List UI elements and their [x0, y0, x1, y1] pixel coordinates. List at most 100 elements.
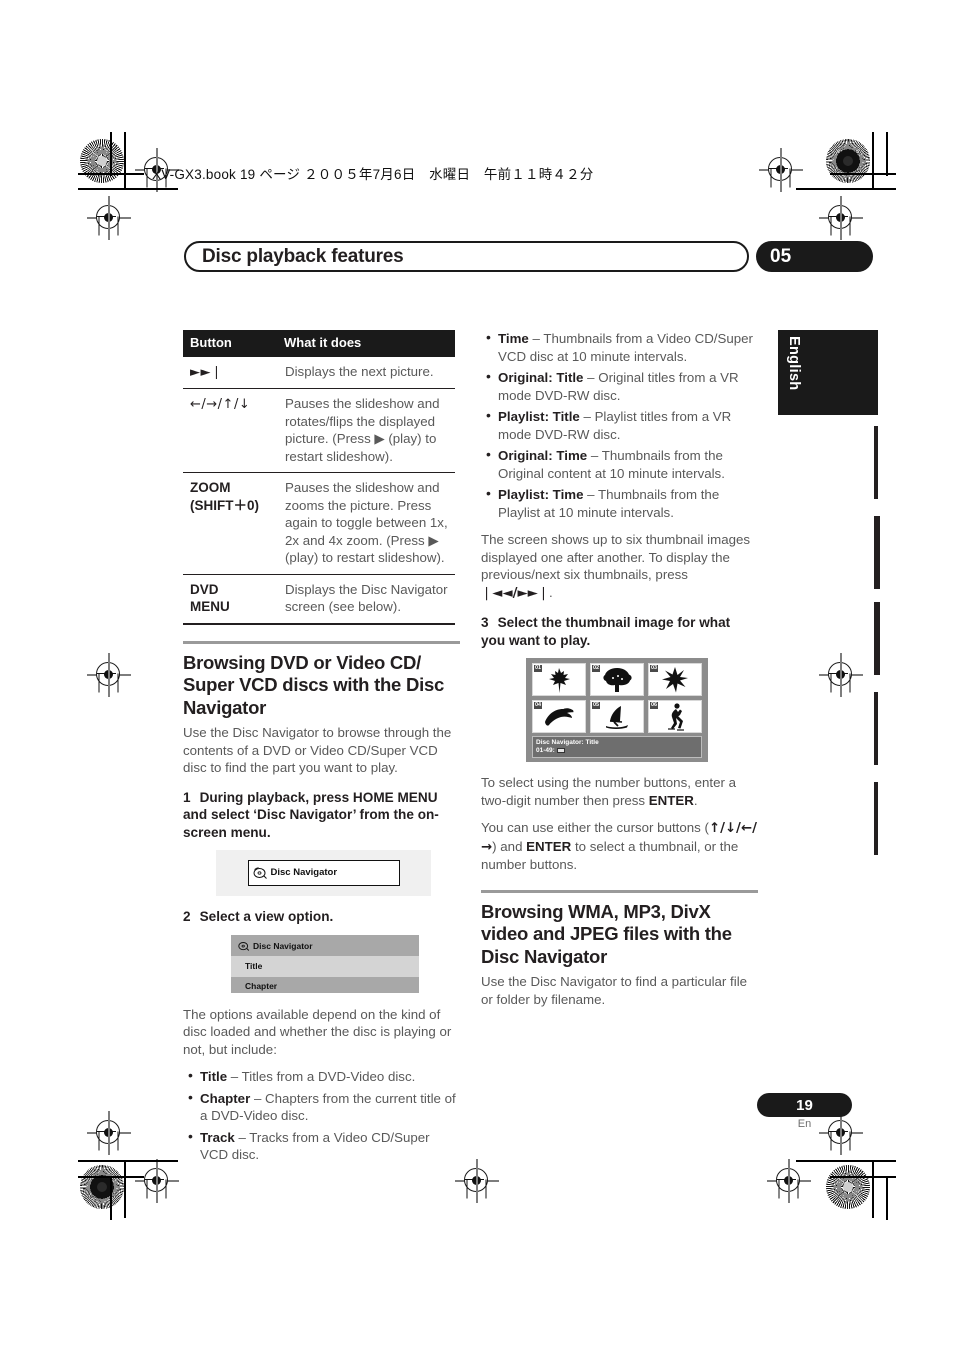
option-term: Playlist: Title: [498, 409, 580, 424]
osd-disc-navigator-menu-figure: Disc Navigator Title Chapter: [231, 934, 419, 993]
option-term: Time: [498, 331, 529, 346]
print-control-starburst-bottom-right: [826, 1165, 870, 1209]
file-stamp: XV-GX3.book 19 ページ ２００５年7月6日 水曜日 午前１１時４２…: [152, 167, 594, 182]
registration-mark-left-upper: [87, 196, 131, 240]
crop-mark-tr-h: [796, 188, 896, 190]
list-item: Original: Title – Original titles from a…: [486, 368, 758, 404]
list-item: Playlist: Time – Thumbnails from the Pla…: [486, 485, 758, 521]
windsurfer-icon: [606, 705, 628, 729]
thumbnail-number: 03: [650, 665, 659, 672]
osd-thumbnail-05[interactable]: 05: [590, 700, 644, 733]
options-intro: The options available depend on the kind…: [183, 1006, 452, 1057]
language-tab-label: English: [786, 336, 802, 391]
table-cell-button: DVD MENU: [183, 573, 278, 623]
disc-navigator-icon: [253, 866, 267, 879]
table-cell-description: Displays the next picture.: [285, 363, 434, 379]
note-number-buttons: To select using the number buttons, ente…: [481, 775, 737, 808]
right-column: Time – Thumbnails from a Video CD/Super …: [481, 329, 758, 1018]
tree-icon: [603, 667, 632, 692]
option-desc: – Thumbnails from a Video CD/Super VCD d…: [498, 331, 753, 364]
table-row: ←/→/↑/↓ Pauses the slideshow and rotates…: [183, 388, 455, 473]
index-tab-bar-4: [874, 692, 878, 765]
table-row: DVD MENU Displays the Disc Navigator scre…: [183, 573, 455, 623]
page-number-badge: 19: [757, 1093, 852, 1117]
osd-thumbnail-04[interactable]: 04: [532, 700, 586, 733]
osd-disc-navigator-button-figure: Disc Navigator: [216, 850, 431, 896]
thumbnail-number: 04: [534, 702, 543, 709]
left-column: Button What it does ►►❘ Displays the nex…: [183, 330, 460, 1174]
list-item: Original: Time – Thumbnails from the Ori…: [486, 446, 758, 482]
table-cell-description: Displays the Disc Navigator screen (see …: [278, 573, 455, 623]
osd-grid-caption-field: [556, 748, 565, 753]
page-number: 19: [796, 1096, 813, 1114]
screen-note-text-a: The screen shows up to six thumbnail ima…: [481, 532, 751, 582]
thumbnail-number: 05: [592, 702, 601, 709]
table-bottom-rule: [183, 622, 455, 625]
skip-buttons-symbol: ❘◄◄/►►❘: [481, 585, 550, 601]
table-row: ►►❘ Displays the next picture.: [183, 357, 455, 389]
option-term: Chapter: [200, 1090, 251, 1106]
next-picture-symbol: ►►❘: [190, 364, 223, 380]
table-cell-description: Pauses the slideshow and zooms the pictu…: [278, 472, 455, 574]
skater-icon: [668, 702, 684, 731]
chapter-number: 05: [770, 245, 792, 267]
step-1: 1 During playback, press HOME MENU and se…: [183, 789, 460, 842]
crop-mark-tr-v: [872, 132, 874, 190]
enter-key-label: ENTER: [526, 838, 572, 854]
table-header-row: Button What it does: [183, 330, 455, 357]
osd-disc-navigator-button: Disc Navigator: [247, 860, 400, 886]
section-dvd-intro: Use the Disc Navigator to browse through…: [183, 725, 452, 775]
print-control-starburst-top-right: [826, 139, 870, 183]
note-cursor-text-b: ) and: [492, 838, 527, 854]
registration-mark-left-lower: [87, 1111, 131, 1155]
table-cell-button: ←/→/↑/↓: [183, 388, 278, 473]
step-2: 2 Select a view option.: [183, 908, 460, 926]
crop-mark-tl-v2: [110, 132, 112, 176]
osd-grid-caption-range-row: 01-49:: [536, 747, 698, 755]
registration-mark-left-middle: [87, 653, 131, 697]
crop-mark-bl-v: [124, 1160, 126, 1218]
crop-mark-br-v2: [886, 1176, 888, 1220]
thumbnail-number: 02: [592, 665, 601, 672]
osd-thumbnail-02[interactable]: 02: [590, 663, 644, 696]
list-item: Chapter – Chapters from the current titl…: [188, 1089, 460, 1125]
list-item: Time – Thumbnails from a Video CD/Super …: [486, 329, 758, 365]
osd-thumbnail-grid-figure: 01 02 03 04 05 06 Disc Navigator: Title …: [526, 658, 708, 762]
step-2-number: 2: [183, 909, 191, 924]
osd-grid-caption-range: 01-49:: [536, 747, 555, 754]
registration-mark-bottom-right: [767, 1159, 811, 1203]
step-2-text: Select a view option.: [199, 909, 334, 924]
osd-thumbnail-01[interactable]: 01: [532, 663, 586, 696]
osd-thumbnail-03[interactable]: 03: [648, 663, 702, 696]
table-row: ZOOM (SHIFT＋0) Pauses the slideshow and …: [183, 472, 455, 574]
page-title: Disc playback features: [202, 245, 404, 267]
manual-page: XV-GX3.book 19 ページ ２００５年7月6日 水曜日 午前１１時４２…: [0, 0, 954, 1351]
section-heading-dvd: Browsing DVD or Video CD/ Super VCD disc…: [183, 640, 460, 720]
osd-grid-caption: Disc Navigator: Title 01-49:: [532, 736, 702, 758]
step-1-text: During playback, press HOME MENU and sel…: [183, 789, 439, 840]
enter-key-label: ENTER: [648, 792, 694, 808]
cursor-up-down-symbol: ↑/↓/: [708, 821, 741, 836]
section-heading-wma: Browsing WMA, MP3, DivX video and JPEG f…: [481, 889, 758, 969]
zoom-button-label: ZOOM: [190, 480, 231, 495]
osd-menu-item-chapter[interactable]: Chapter: [231, 977, 419, 998]
language-tab: English: [778, 330, 878, 415]
osd-menu-item-title[interactable]: Title: [231, 956, 419, 977]
flower-icon: [662, 666, 688, 692]
osd-thumbnail-grid: 01 02 03 04 05 06: [532, 663, 702, 733]
option-term: Title: [200, 1069, 228, 1084]
page-language-code: En: [797, 1118, 812, 1130]
thumbnail-number: 06: [650, 702, 659, 709]
crop-mark-tl-v: [124, 132, 126, 190]
osd-menu-title: Disc Navigator: [253, 940, 313, 951]
running-head: Disc playback features: [184, 241, 749, 272]
crop-mark-bl-v2: [110, 1176, 112, 1220]
zoom-shortcut-label: (SHIFT＋0): [190, 497, 260, 513]
osd-thumbnail-06[interactable]: 06: [648, 700, 702, 733]
step-1-number: 1: [183, 789, 191, 805]
print-control-starburst-top-left: [80, 139, 124, 183]
table-cell-button: ZOOM (SHIFT＋0): [183, 472, 278, 574]
crop-mark-tr-v2: [886, 132, 888, 176]
thumbnail-number: 01: [534, 665, 543, 672]
crop-mark-tl-h: [78, 188, 178, 190]
